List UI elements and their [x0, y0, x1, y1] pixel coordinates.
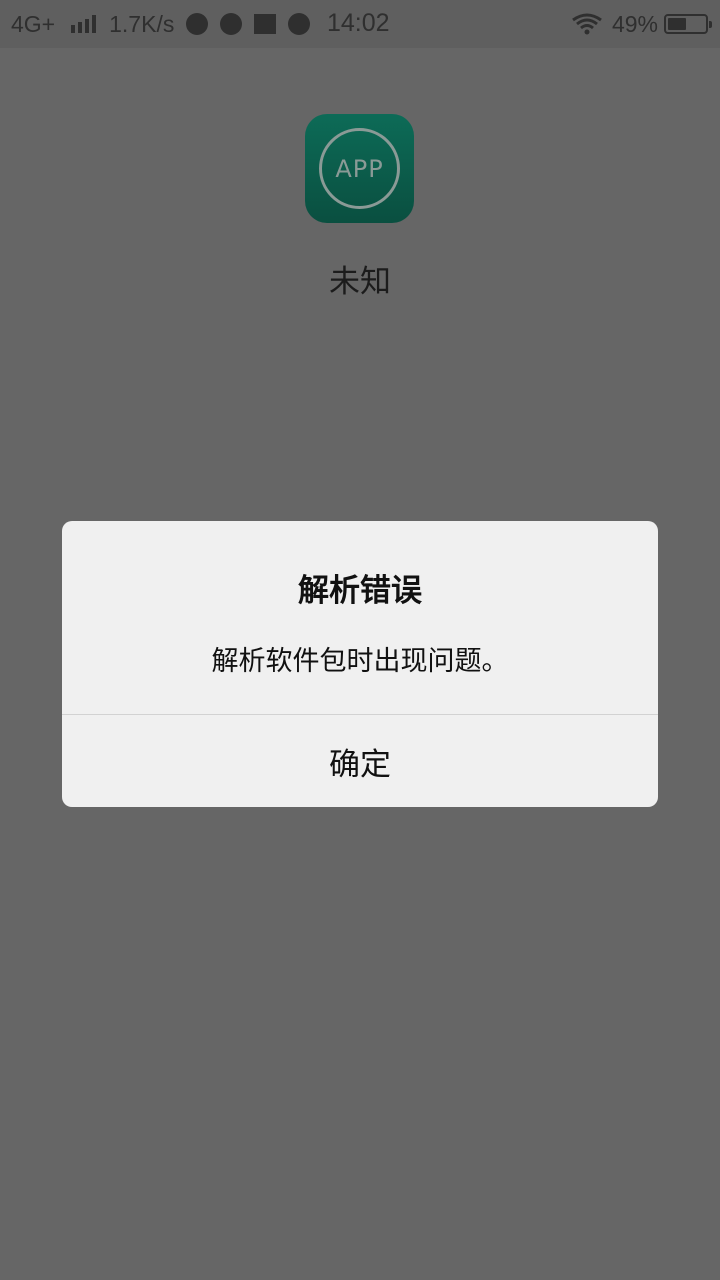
app-icon-label: APP [319, 128, 400, 209]
image-icon [254, 14, 277, 34]
battery-icon [664, 14, 712, 34]
status-right: 49% [572, 10, 712, 38]
network-type: 4G+ [11, 10, 56, 37]
error-dialog: 解析错误 解析软件包时出现问题。 确定 [62, 521, 658, 807]
status-left: 4G+ 1.7K/s [11, 10, 322, 38]
game-icon [220, 13, 243, 35]
network-speed: 1.7K/s [109, 10, 175, 37]
dialog-title: 解析错误 [298, 573, 422, 609]
clock: 14:02 [327, 9, 390, 37]
signal-icon [71, 15, 99, 33]
dialog-message: 解析软件包时出现问题。 [211, 646, 509, 677]
wifi-icon [572, 13, 602, 35]
app-icon: APP [305, 114, 414, 223]
battery-percent: 49% [611, 10, 658, 37]
check-icon [288, 13, 311, 35]
confirm-button[interactable]: 确定 [62, 715, 658, 807]
browser-icon [186, 13, 209, 35]
app-name: 未知 [329, 264, 391, 300]
status-bar: 4G+ 1.7K/s 14:02 49% [0, 0, 720, 48]
